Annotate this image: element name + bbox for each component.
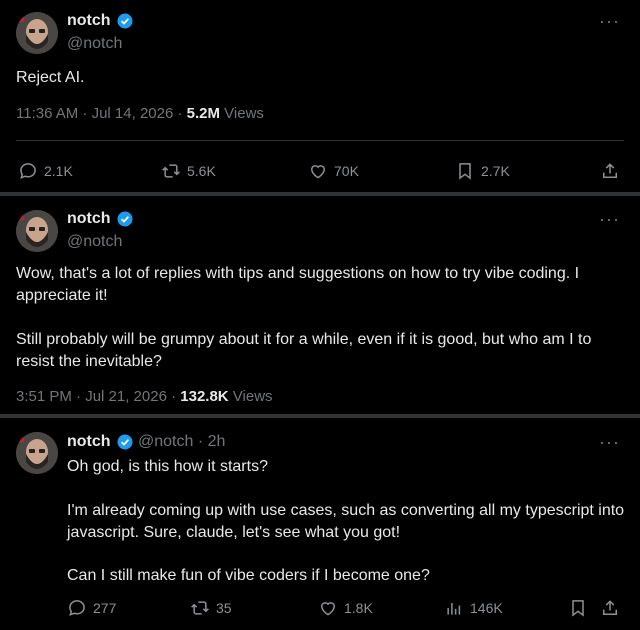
post-text-paragraph-2: Still probably will be grumpy about it f…	[16, 331, 592, 370]
bookmark-count: 2.7K	[481, 163, 510, 179]
reply-button[interactable]: 2.1K	[18, 161, 73, 181]
bookmark-icon	[459, 163, 471, 180]
more-options-icon[interactable]: ···	[599, 210, 620, 228]
like-button[interactable]: 70K	[308, 161, 359, 181]
post-text-paragraph-1: Wow, that's a lot of replies with tips a…	[16, 265, 580, 304]
reply-icon	[20, 163, 36, 179]
views-button[interactable]: 146K	[444, 598, 503, 618]
views-chart-icon	[447, 603, 461, 615]
bookmark-button[interactable]: 2.7K	[455, 161, 510, 181]
views-count: 5.2M	[186, 105, 221, 122]
share-icon	[603, 163, 617, 178]
repost-icon	[162, 164, 180, 178]
repost-icon	[191, 601, 209, 615]
bookmark-icon	[572, 600, 584, 617]
author-name[interactable]: notch	[67, 210, 111, 228]
repost-count: 5.6K	[187, 163, 216, 179]
post-text-paragraph-3: Can I still make fun of vibe coders if I…	[67, 567, 430, 584]
author-handle-and-time[interactable]: @notch · 2h	[138, 433, 225, 451]
views-count: 132.8K	[180, 388, 229, 405]
author-handle[interactable]: @notch	[67, 35, 122, 53]
avatar[interactable]	[16, 210, 58, 252]
timestamp-text[interactable]: 3:51 PM · Jul 21, 2026 ·	[16, 388, 180, 405]
author-name[interactable]: notch	[67, 433, 111, 451]
reply-count: 277	[93, 600, 117, 616]
avatar[interactable]	[16, 12, 58, 54]
post-text-paragraph-2: I'm already coming up with use cases, su…	[67, 502, 625, 541]
share-icon	[603, 600, 617, 615]
avatar[interactable]	[16, 432, 58, 474]
more-options-icon[interactable]: ···	[599, 12, 620, 30]
reply-button[interactable]: 277	[67, 598, 116, 618]
reply-icon	[69, 600, 85, 616]
post-timestamp: 11:36 AM · Jul 14, 2026 · 5.2M Views	[16, 105, 264, 122]
divider	[16, 140, 624, 141]
reply-count: 2.1K	[44, 163, 73, 179]
heart-icon	[320, 602, 336, 616]
bookmark-button[interactable]	[568, 598, 588, 623]
views-label: Views	[228, 388, 273, 405]
heart-icon	[310, 165, 326, 179]
author-name[interactable]: notch	[67, 12, 111, 30]
post-2[interactable]: notch @notch ··· Wow, that's a lot of re…	[0, 196, 640, 416]
post-3[interactable]: notch @notch · 2h ··· Oh god, is this ho…	[0, 418, 640, 630]
like-count: 70K	[334, 163, 359, 179]
views-label: Views	[220, 105, 264, 122]
timestamp-text[interactable]: 11:36 AM · Jul 14, 2026 ·	[16, 105, 187, 122]
post-1[interactable]: notch @notch ··· Reject AI. 11:36 AM · J…	[0, 0, 640, 193]
repost-button[interactable]: 5.6K	[161, 161, 216, 181]
repost-button[interactable]: 35	[190, 598, 232, 618]
views-count: 146K	[470, 600, 503, 616]
post-timestamp: 3:51 PM · Jul 21, 2026 · 132.8K Views	[16, 388, 273, 405]
share-button[interactable]	[600, 161, 620, 186]
verified-badge-icon	[117, 211, 133, 227]
share-button[interactable]	[600, 598, 620, 623]
like-count: 1.8K	[344, 600, 373, 616]
author-handle[interactable]: @notch	[67, 233, 122, 251]
repost-count: 35	[216, 600, 232, 616]
more-options-icon[interactable]: ···	[599, 433, 620, 451]
post-text-paragraph-1: Oh god, is this how it starts?	[67, 458, 268, 475]
verified-badge-icon	[117, 434, 133, 450]
post-text: Reject AI.	[16, 69, 85, 86]
verified-badge-icon	[117, 13, 133, 29]
like-button[interactable]: 1.8K	[318, 598, 373, 618]
